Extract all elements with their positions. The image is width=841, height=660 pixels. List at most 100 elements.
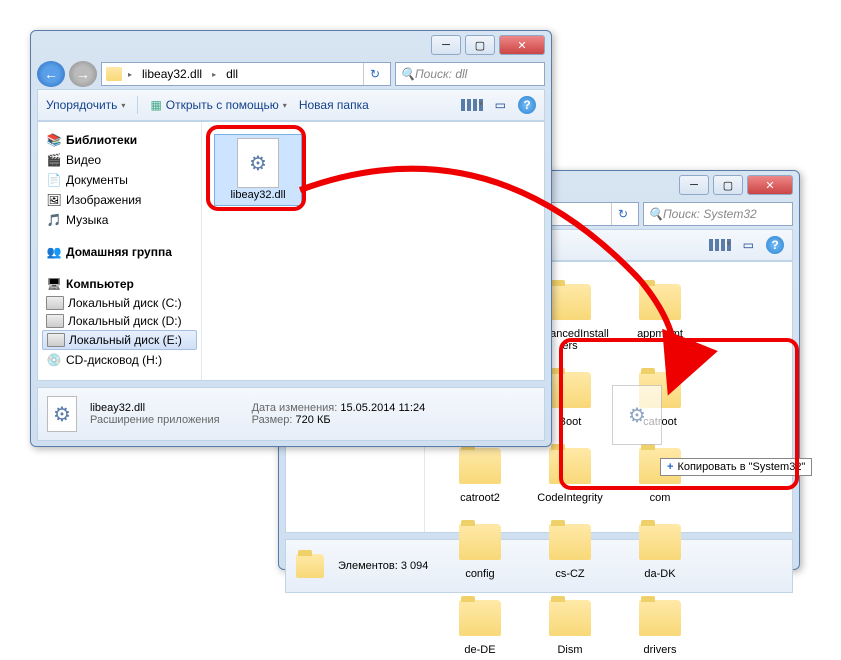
- maximize-button[interactable]: ▢: [465, 35, 495, 55]
- folder-icon: [459, 448, 501, 484]
- cd-icon: 💿: [46, 352, 62, 368]
- titlebar: ─ ▢ ✕: [31, 31, 551, 59]
- video-icon: 🎬: [46, 152, 62, 168]
- library-icon: 📚: [46, 132, 62, 148]
- folder-icon: [639, 284, 681, 320]
- breadcrumb-item[interactable]: dll: [222, 67, 242, 81]
- nav-cd-drive[interactable]: 💿CD-дисковод (H:): [42, 350, 197, 370]
- address-bar: ← → ▸ libeay32.dll ▸ dll ↻ 🔍 Поиск: dll: [37, 59, 545, 89]
- forward-button[interactable]: →: [69, 61, 97, 87]
- drag-tooltip-text: Копировать в "System32": [677, 461, 805, 473]
- minimize-button[interactable]: ─: [431, 35, 461, 55]
- folder-item[interactable]: drivers: [617, 590, 703, 660]
- folder-icon: [459, 524, 501, 560]
- search-placeholder: Поиск: dll: [415, 67, 467, 81]
- folder-item[interactable]: appmgmt: [617, 274, 703, 356]
- music-icon: 🎵: [46, 212, 62, 228]
- dll-icon: [46, 398, 78, 430]
- nav-computer[interactable]: 🖥Компьютер: [42, 274, 197, 294]
- folder-item[interactable]: de-DE: [437, 590, 523, 660]
- back-button[interactable]: ←: [37, 61, 65, 87]
- dll-icon: [237, 138, 279, 188]
- homegroup-icon: 👥: [46, 244, 62, 260]
- chevron-down-icon: ▾: [121, 101, 125, 110]
- folder-icon: [639, 524, 681, 560]
- nav-images[interactable]: 🖼Изображения: [42, 190, 197, 210]
- folder-item[interactable]: da-DK: [617, 514, 703, 584]
- search-input[interactable]: 🔍 Поиск: dll: [395, 62, 545, 86]
- status-filename: libeay32.dll: [90, 402, 220, 414]
- help-button[interactable]: ?: [518, 96, 536, 114]
- folder-item[interactable]: catroot2: [437, 438, 523, 508]
- drive-icon: [46, 314, 64, 328]
- search-icon: 🔍: [400, 67, 415, 81]
- folder-icon: [294, 550, 326, 582]
- nav-video[interactable]: 🎬Видео: [42, 150, 197, 170]
- plus-icon: +: [667, 461, 673, 473]
- folder-item[interactable]: cs-CZ: [527, 514, 613, 584]
- view-button[interactable]: ▾: [461, 99, 483, 111]
- navigation-pane: 📚Библиотеки 🎬Видео 📄Документы 🖼Изображен…: [38, 122, 202, 380]
- count-value: 3 094: [401, 560, 429, 572]
- preview-pane-button[interactable]: ▭: [743, 238, 754, 252]
- nav-drive-d[interactable]: Локальный диск (D:): [42, 312, 197, 330]
- drag-ghost: [612, 385, 662, 445]
- folder-icon: [549, 448, 591, 484]
- newfolder-button[interactable]: Новая папка: [299, 98, 369, 112]
- folder-icon: [549, 600, 591, 636]
- close-button[interactable]: ✕: [499, 35, 545, 55]
- nav-documents[interactable]: 📄Документы: [42, 170, 197, 190]
- folder-label: drivers: [643, 644, 676, 656]
- folder-label: CodeIntegrity: [537, 492, 602, 504]
- folder-item[interactable]: Dism: [527, 590, 613, 660]
- chevron-right-icon: ▸: [128, 70, 132, 79]
- folder-label: com: [650, 492, 671, 504]
- maximize-button[interactable]: ▢: [713, 175, 743, 195]
- document-icon: 📄: [46, 172, 62, 188]
- folder-label: da-DK: [644, 568, 675, 580]
- help-button[interactable]: ?: [766, 236, 784, 254]
- close-button[interactable]: ✕: [747, 175, 793, 195]
- minimize-button[interactable]: ─: [679, 175, 709, 195]
- nav-homegroup[interactable]: 👥Домашняя группа: [42, 242, 197, 262]
- drive-icon: [47, 333, 65, 347]
- drag-tooltip: + Копировать в "System32": [660, 458, 812, 476]
- breadcrumb-item[interactable]: libeay32.dll: [138, 67, 206, 81]
- file-list[interactable]: libeay32.dll: [202, 122, 544, 380]
- nav-drive-c[interactable]: Локальный диск (C:): [42, 294, 197, 312]
- folder-label: appmgmt: [637, 328, 683, 340]
- status-size: 720 КБ: [296, 414, 331, 426]
- explorer-window-dll[interactable]: ─ ▢ ✕ ← → ▸ libeay32.dll ▸ dll ↻ 🔍 Поиск…: [30, 30, 552, 447]
- search-input[interactable]: 🔍 Поиск: System32: [643, 202, 793, 226]
- folder-icon: [639, 600, 681, 636]
- address-field[interactable]: ▸ libeay32.dll ▸ dll ↻: [101, 62, 391, 86]
- folder-label: de-DE: [464, 644, 495, 656]
- preview-pane-button[interactable]: ▭: [495, 98, 506, 112]
- count-label: Элементов:: [338, 560, 398, 572]
- openwith-button[interactable]: ▦ Открыть с помощью ▾: [150, 98, 286, 112]
- nav-music[interactable]: 🎵Музыка: [42, 210, 197, 230]
- file-libeay32-dll[interactable]: libeay32.dll: [214, 134, 302, 206]
- folder-label: Dism: [557, 644, 582, 656]
- status-date: 15.05.2014 11:24: [340, 402, 425, 414]
- refresh-button[interactable]: ↻: [363, 63, 386, 85]
- folder-label: catroot2: [460, 492, 500, 504]
- chevron-right-icon: ▸: [212, 70, 216, 79]
- toolbar: Упорядочить ▾ ▦ Открыть с помощью ▾ Нова…: [37, 89, 545, 121]
- nav-libraries[interactable]: 📚Библиотеки: [42, 130, 197, 150]
- computer-icon: 🖥: [46, 276, 62, 292]
- refresh-button[interactable]: ↻: [611, 203, 634, 225]
- nav-drive-e[interactable]: Локальный диск (Е:): [42, 330, 197, 350]
- view-button[interactable]: ▾: [709, 239, 731, 251]
- image-icon: 🖼: [46, 192, 62, 208]
- chevron-down-icon: ▾: [283, 101, 287, 110]
- folder-icon: [549, 284, 591, 320]
- file-label: libeay32.dll: [230, 189, 285, 201]
- organize-button[interactable]: Упорядочить ▾: [46, 98, 125, 112]
- folder-label: cs-CZ: [555, 568, 584, 580]
- folder-icon: [549, 372, 591, 408]
- folder-item[interactable]: CodeIntegrity: [527, 438, 613, 508]
- search-placeholder: Поиск: System32: [663, 207, 757, 221]
- folder-label: config: [465, 568, 494, 580]
- folder-item[interactable]: config: [437, 514, 523, 584]
